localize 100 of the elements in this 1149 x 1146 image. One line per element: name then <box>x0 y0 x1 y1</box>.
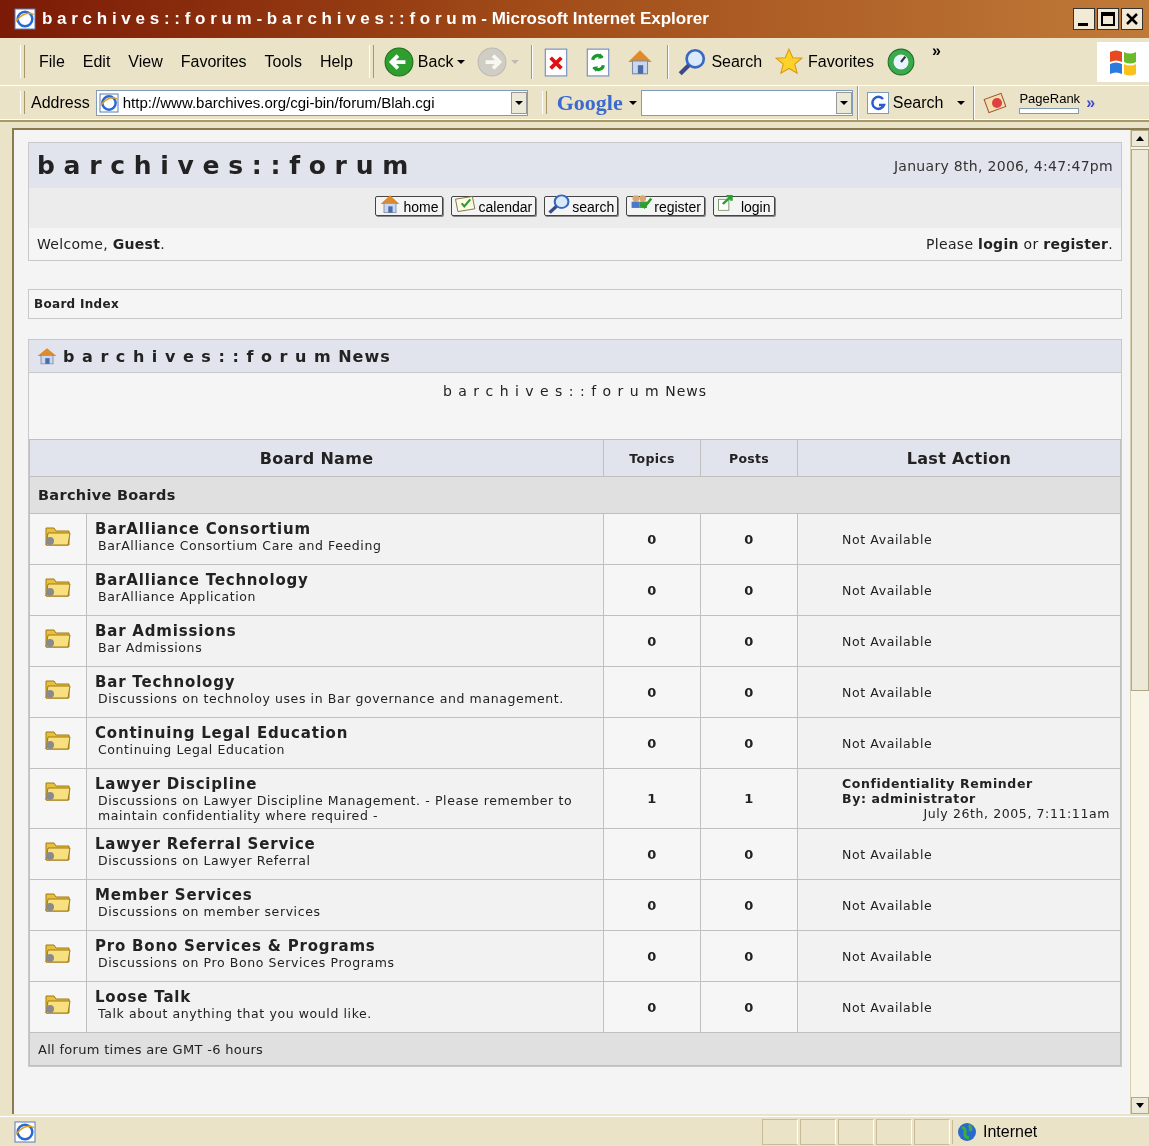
scrollbar-thumb[interactable] <box>1131 149 1149 691</box>
footer-note: All forum times are GMT -6 hours <box>29 1032 1121 1066</box>
post-count: 0 <box>700 981 798 1033</box>
scroll-up-icon[interactable] <box>1131 130 1149 147</box>
folder-icon <box>45 728 71 750</box>
board-name[interactable]: BarAlliance Technology <box>95 571 599 589</box>
last-action: Not Available <box>842 582 933 598</box>
board-description: Continuing Legal Education <box>97 742 287 757</box>
board-description: BarAlliance Consortium Care and Feeding <box>97 538 383 553</box>
search-icon <box>677 46 708 77</box>
folder-icon <box>45 626 71 648</box>
folder-icon <box>45 524 71 546</box>
nav-button[interactable]: search <box>544 196 619 216</box>
google-button[interactable]: Google <box>552 89 641 116</box>
minimize-icon[interactable] <box>1073 8 1095 30</box>
board-description: Bar Admissions <box>97 640 204 655</box>
address-label: Address <box>31 93 91 112</box>
folder-icon <box>45 839 71 861</box>
topic-count: 0 <box>603 615 701 667</box>
search-icon <box>547 193 572 215</box>
maximize-icon[interactable] <box>1097 8 1119 30</box>
last-action: Not Available <box>842 684 933 700</box>
status-pane <box>838 1118 874 1145</box>
post-count: 0 <box>700 564 798 616</box>
pagerank-meter: PageRank <box>1019 91 1081 114</box>
nav-button[interactable]: login <box>712 196 775 216</box>
last-action: Not Available <box>842 531 933 547</box>
board-description: Discussions on member services <box>97 904 322 919</box>
nav-button[interactable]: calendar <box>450 196 537 216</box>
board-name[interactable]: BarAlliance Consortium <box>95 520 599 538</box>
category-row: Barchive Boards <box>29 476 1121 514</box>
topic-count: 0 <box>603 513 701 565</box>
google-search-button[interactable]: Search <box>862 91 970 114</box>
board-name[interactable]: Bar Technology <box>95 673 599 691</box>
globe-icon <box>957 1121 977 1142</box>
menu-item[interactable]: View <box>120 50 171 73</box>
chevron-button[interactable]: » <box>1086 93 1096 112</box>
topic-count: 0 <box>603 879 701 931</box>
home-icon <box>35 346 59 366</box>
board-name[interactable]: Loose Talk <box>95 988 599 1006</box>
last-action: Not Available <box>842 846 933 862</box>
folder-icon <box>45 890 71 912</box>
menu-item[interactable]: Tools <box>256 50 310 73</box>
date-time: January 8th, 2006, 4:47:47pm <box>893 157 1113 174</box>
topic-count: 0 <box>603 981 701 1033</box>
menu-item[interactable]: Edit <box>74 50 119 73</box>
breadcrumb: Board Index <box>28 289 1122 319</box>
nav-button[interactable]: register <box>626 196 705 216</box>
topic-count: 0 <box>603 930 701 982</box>
post-count: 0 <box>700 879 798 931</box>
folder-icon <box>45 941 71 963</box>
topic-count: 0 <box>603 564 701 616</box>
last-post-title[interactable]: Confidentiality Reminder <box>842 776 1110 791</box>
toolbar-button[interactable]: Search <box>673 44 767 79</box>
folder-icon <box>45 779 71 801</box>
menu-item[interactable]: Favorites <box>172 50 255 73</box>
scroll-down-icon[interactable] <box>1131 1097 1149 1114</box>
board-name[interactable]: Lawyer Discipline <box>95 775 599 793</box>
post-count: 0 <box>700 615 798 667</box>
last-post-date: July 26th, 2005, 7:11:11am <box>922 806 1110 821</box>
close-icon[interactable] <box>1121 8 1143 30</box>
news-title: b a r c h i v e s : : f o r u m News <box>63 346 391 366</box>
topic-count: 0 <box>603 828 701 880</box>
last-action: Not Available <box>842 948 933 964</box>
status-pane <box>762 1118 798 1145</box>
post-count: 0 <box>700 513 798 565</box>
post-count: 0 <box>700 666 798 718</box>
board-name[interactable]: Member Services <box>95 886 599 904</box>
media-icon <box>885 46 916 77</box>
post-count: 0 <box>700 828 798 880</box>
chevron-button[interactable]: » <box>923 42 949 60</box>
toolbar-button[interactable]: Back <box>379 44 470 79</box>
board-name[interactable]: Bar Admissions <box>95 622 599 640</box>
address-field[interactable]: http://www.barchives.org/cgi-bin/forum/Blah.cgi <box>95 89 528 116</box>
toolbar-button[interactable]: Favorites <box>770 44 878 79</box>
ie-logo-icon <box>14 8 36 30</box>
menu-item[interactable]: Help <box>311 50 361 73</box>
board-description: Discussions on Lawyer Discipline Management. - Please remember to maintain confidentiality where required - <box>97 793 574 823</box>
dropdown-button[interactable] <box>835 91 852 114</box>
topic-count: 0 <box>603 717 701 769</box>
post-count: 1 <box>700 768 798 829</box>
status-pane <box>914 1118 950 1145</box>
post-count: 0 <box>700 930 798 982</box>
menu-item[interactable]: File <box>31 50 73 73</box>
star-icon <box>774 46 805 77</box>
folder-icon <box>45 575 71 597</box>
last-action: Not Available <box>842 999 933 1015</box>
board-name[interactable]: Pro Bono Services & Programs <box>95 937 599 955</box>
board-name[interactable]: Continuing Legal Education <box>95 724 599 742</box>
window-title: b a r c h i v e s : : f o r u m - b a r c h i v e s : : f o r u m - Microsoft Internet Explorer <box>42 9 710 29</box>
google-search-field[interactable] <box>640 89 853 116</box>
board-description: BarAlliance Application <box>97 589 258 604</box>
board-description: Discussions on Lawyer Referral <box>97 853 312 868</box>
ie-logo-icon <box>98 92 119 113</box>
welcome-text: Welcome, Guest. <box>37 236 165 252</box>
board-name[interactable]: Lawyer Referral Service <box>95 835 599 853</box>
dropdown-button[interactable] <box>510 91 527 114</box>
nav-button[interactable]: home <box>375 196 443 216</box>
board-description: Discussions on technoloy uses in Bar governance and management. <box>97 691 565 706</box>
status-pane <box>800 1118 836 1145</box>
